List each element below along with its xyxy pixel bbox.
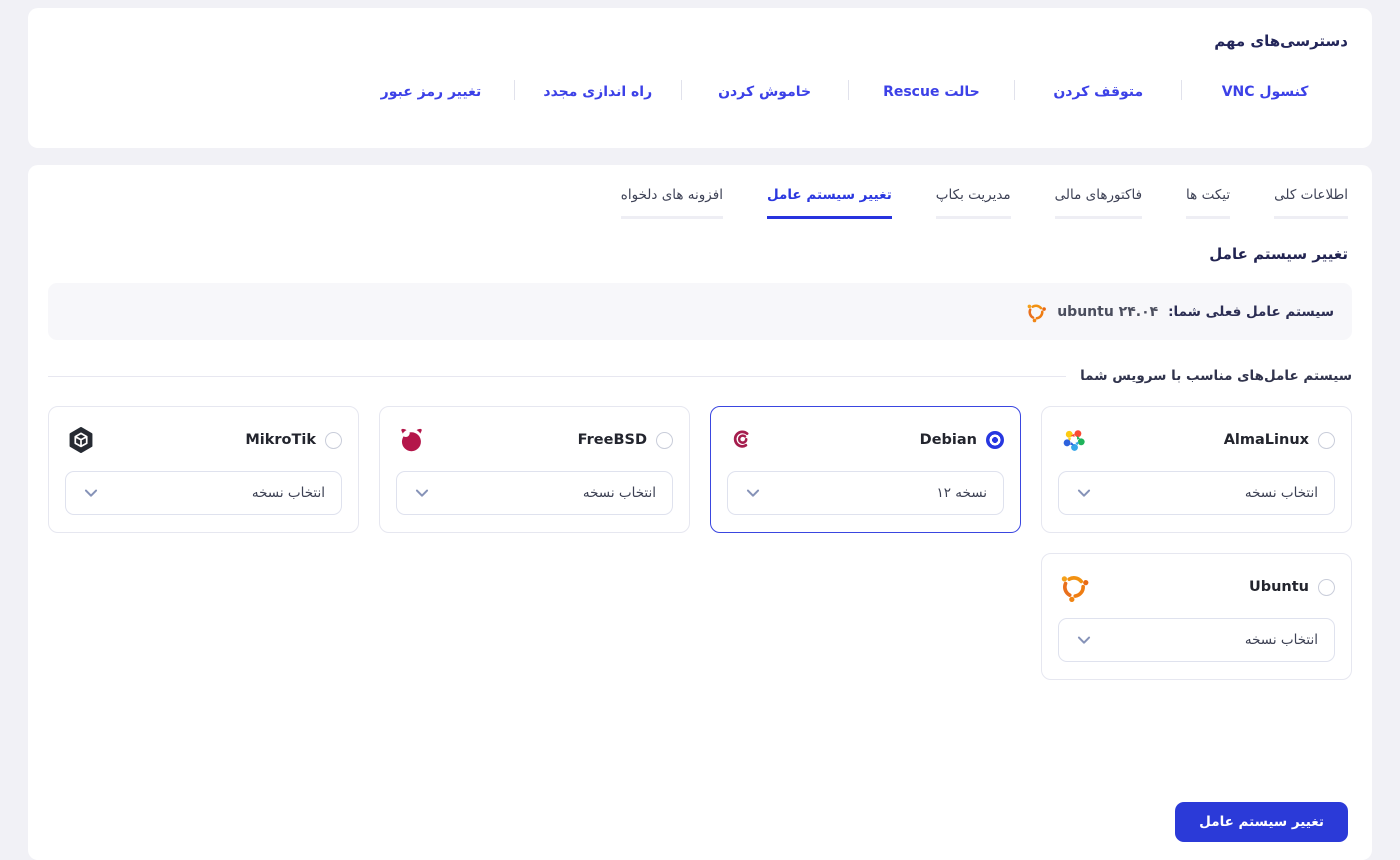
current-os-label: سیستم عامل فعلی شما: — [1168, 303, 1334, 320]
os-card-ubuntu[interactable]: Ubuntu انتخاب نسخه — [1041, 553, 1352, 680]
dropdown-label: انتخاب نسخه — [251, 485, 325, 501]
dropdown-label: انتخاب نسخه — [1244, 485, 1318, 501]
dropdown-label: انتخاب نسخه — [582, 485, 656, 501]
tab-change-os[interactable]: تغییر سیستم عامل — [766, 187, 892, 219]
link-stop[interactable]: متوقف کردن — [1053, 84, 1143, 100]
tab-general-info[interactable]: اطلاعات کلی — [1274, 187, 1348, 219]
radio-almalinux[interactable] — [1318, 431, 1335, 449]
os-name: MikroTik — [245, 432, 316, 448]
version-dropdown-almalinux[interactable]: انتخاب نسخه — [1058, 471, 1335, 515]
radio-freebsd[interactable] — [656, 431, 673, 449]
chevron-down-icon — [415, 489, 429, 497]
chevron-down-icon — [746, 489, 760, 497]
tab-bar: اطلاعات کلی تیکت ها فاکتورهای مالی مدیری… — [28, 165, 1372, 219]
mikrotik-logo-icon — [69, 426, 93, 454]
chevron-down-icon — [1077, 489, 1091, 497]
divider — [1014, 80, 1016, 100]
version-dropdown-mikrotik[interactable]: انتخاب نسخه — [65, 471, 342, 515]
os-name: FreeBSD — [577, 432, 647, 448]
os-card-almalinux[interactable]: AlmaLinux انتخاب نسخه — [1041, 406, 1352, 533]
link-change-password[interactable]: تغییر رمز عبور — [381, 84, 482, 100]
current-os-bar: سیستم عامل فعلی شما: ubuntu ۲۴.۰۴ — [48, 283, 1352, 340]
link-shutdown[interactable]: خاموش کردن — [718, 84, 811, 100]
tab-invoices[interactable]: فاکتورهای مالی — [1054, 187, 1143, 219]
chevron-down-icon — [84, 489, 98, 497]
tab-tickets[interactable]: تیکت ها — [1186, 187, 1231, 219]
freebsd-logo-icon — [401, 428, 422, 452]
almalinux-logo-icon — [1063, 430, 1085, 451]
link-vnc-console[interactable]: کنسول VNC — [1222, 84, 1309, 100]
os-card-freebsd[interactable]: FreeBSD انتخاب نسخه — [379, 406, 690, 533]
current-os-value: ubuntu ۲۴.۰۴ — [1057, 303, 1159, 320]
quick-access-title: دسترسی‌های مهم — [1214, 32, 1348, 50]
page-title: تغییر سیستم عامل — [1209, 245, 1348, 263]
ubuntu-logo-icon — [1027, 303, 1047, 322]
os-name: Ubuntu — [1248, 579, 1309, 595]
change-os-button[interactable]: تغییر سیستم عامل — [1175, 802, 1348, 842]
divider — [48, 375, 1067, 377]
divider — [680, 80, 682, 100]
suitable-os-title: سیستم عامل‌های مناسب با سرویس شما — [1080, 368, 1352, 384]
tab-addons[interactable]: افزونه های دلخواه — [620, 187, 723, 219]
os-name: AlmaLinux — [1223, 432, 1309, 448]
os-change-panel: اطلاعات کلی تیکت ها فاکتورهای مالی مدیری… — [28, 165, 1372, 860]
divider — [513, 80, 515, 100]
tab-backup-management[interactable]: مدیریت بکاپ — [935, 187, 1011, 219]
divider — [847, 80, 849, 100]
debian-logo-icon — [733, 430, 749, 448]
ubuntu-logo-icon — [1061, 576, 1089, 602]
version-dropdown-ubuntu[interactable]: انتخاب نسخه — [1058, 618, 1335, 662]
quick-access-links: کنسول VNC متوقف کردن حالت Rescue خاموش ک… — [348, 80, 1348, 100]
os-cards-grid: AlmaLinux انتخاب نسخه Debian نسخه ۱۲ Fre… — [48, 406, 1352, 680]
radio-ubuntu[interactable] — [1318, 578, 1335, 596]
dropdown-label: انتخاب نسخه — [1244, 632, 1318, 648]
version-dropdown-freebsd[interactable]: انتخاب نسخه — [396, 471, 673, 515]
quick-access-panel: دسترسی‌های مهم کنسول VNC متوقف کردن حالت… — [28, 8, 1372, 148]
radio-mikrotik[interactable] — [325, 431, 342, 449]
suitable-os-header: سیستم عامل‌های مناسب با سرویس شما — [48, 368, 1352, 384]
os-name: Debian — [919, 432, 977, 448]
link-rescue-mode[interactable]: حالت Rescue — [883, 84, 980, 100]
radio-debian[interactable] — [986, 431, 1004, 449]
dropdown-label: نسخه ۱۲ — [936, 485, 987, 501]
chevron-down-icon — [1077, 636, 1091, 644]
os-card-mikrotik[interactable]: MikroTik انتخاب نسخه — [48, 406, 359, 533]
version-dropdown-debian[interactable]: نسخه ۱۲ — [727, 471, 1004, 515]
link-restart[interactable]: راه اندازی مجدد — [543, 84, 652, 100]
divider — [1181, 80, 1183, 100]
os-card-debian[interactable]: Debian نسخه ۱۲ — [710, 406, 1021, 533]
